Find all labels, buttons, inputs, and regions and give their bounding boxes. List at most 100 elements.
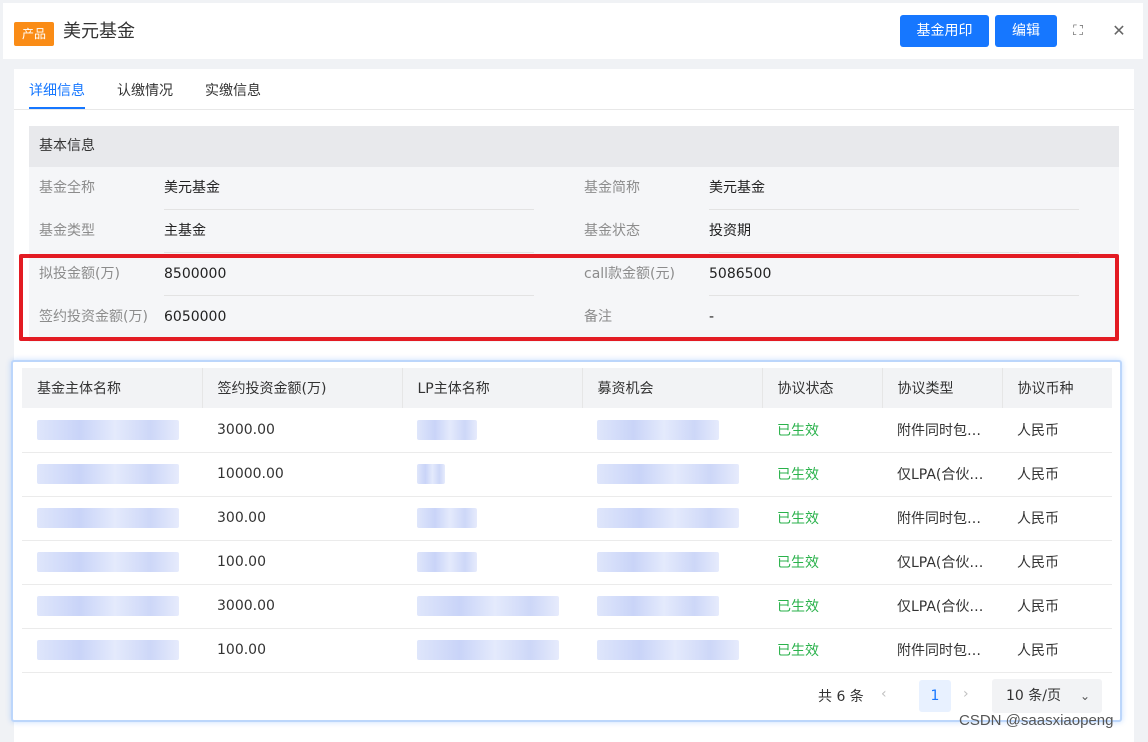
table-row: 10000.00 已生效 仅LPA(合伙… 人民币 [22,452,1112,497]
redacted-cell [582,628,762,673]
redacted-cell [582,452,762,497]
table-row: 300.00 已生效 附件同时包… 人民币 [22,496,1112,541]
amount-cell: 3000.00 [202,408,402,453]
redacted-cell [402,584,582,629]
redacted-text [37,508,179,528]
table-row: 100.00 已生效 附件同时包… 人民币 [22,628,1112,673]
redacted-text [417,596,559,616]
product-tag: 产品 [14,22,55,46]
redacted-text [37,640,179,660]
detail-header: 产品 美元基金 基金用印 编辑 ⛶ ✕ [3,3,1143,59]
redacted-text [597,464,739,484]
amount-cell: 100.00 [202,628,402,673]
redacted-text [597,596,719,616]
fund-detail-page: 产品 美元基金 基金用印 编辑 ⛶ ✕ 详细信息 认缴情况 实缴信息 基本信息 … [0,0,1148,742]
currency-cell: 人民币 [1002,452,1112,497]
tab-details[interactable]: 详细信息 [29,81,85,101]
redacted-cell [582,584,762,629]
redacted-text [597,552,719,572]
page-size-select[interactable]: 10 条/页 ⌄ [992,679,1102,713]
column-header: 募资机会 [582,368,763,408]
pagination: 共 6 条 ‹ 1 › 10 条/页 ⌄ [13,678,1124,714]
status-cell: 已生效 [762,628,882,673]
amount-cell: 10000.00 [202,452,402,497]
redacted-text [597,419,719,440]
info-fund-status: 基金状态 投资期 [584,210,1104,253]
table-row: 3000.00 已生效 附件同时包… 人民币 [22,408,1112,453]
redacted-text [37,596,179,616]
info-value: 美元基金 [709,180,765,196]
info-label: 基金类型 [39,223,95,239]
total-count: 共 6 条 [818,689,864,705]
currency-cell: 人民币 [1002,540,1112,585]
redacted-text [597,508,739,528]
table-header-row: 基金主体名称 签约投资金额(万) LP主体名称 募资机会 协议状态 协议类型 协… [22,368,1112,408]
redacted-cell [582,408,762,453]
redacted-cell [582,496,762,541]
info-label: 基金状态 [584,223,640,239]
redacted-text [417,419,477,440]
redacted-text [37,464,179,484]
redacted-text [417,640,559,660]
redacted-cell [402,628,582,673]
active-tab-indicator [29,107,85,109]
redacted-cell [582,540,762,585]
amount-cell: 100.00 [202,540,402,585]
column-header: LP主体名称 [402,368,583,408]
redacted-text [417,464,445,484]
redacted-cell [402,540,582,585]
page-1-button[interactable]: 1 [919,680,951,712]
redacted-cell [22,452,202,497]
chevron-right-icon[interactable]: › [963,686,969,702]
amount-cell: 3000.00 [202,584,402,629]
info-label: 基金简称 [584,180,640,196]
watermark: CSDN @saasxiaopeng [959,712,1114,729]
redacted-cell [22,628,202,673]
column-header: 签约投资金额(万) [202,368,403,408]
redacted-cell [22,408,202,453]
redacted-cell [22,540,202,585]
type-cell: 附件同时包… [882,628,1002,673]
status-cell: 已生效 [762,584,882,629]
currency-cell: 人民币 [1002,408,1112,453]
agreement-table-panel: 基金主体名称 签约投资金额(万) LP主体名称 募资机会 协议状态 协议类型 协… [11,360,1122,722]
page-title: 美元基金 [63,21,135,42]
info-fund-short-name: 基金简称 美元基金 [584,167,1104,210]
status-cell: 已生效 [762,452,882,497]
currency-cell: 人民币 [1002,628,1112,673]
column-header: 基金主体名称 [22,368,203,408]
close-icon[interactable]: ✕ [1109,21,1129,41]
status-cell: 已生效 [762,540,882,585]
type-cell: 仅LPA(合伙… [882,452,1002,497]
info-value: 主基金 [164,223,206,239]
redacted-cell [402,408,582,453]
status-cell: 已生效 [762,408,882,453]
redacted-text [37,552,179,572]
fullscreen-icon[interactable]: ⛶ [1068,21,1088,41]
type-cell: 附件同时包… [882,408,1002,453]
chevron-down-icon: ⌄ [1079,689,1090,703]
edit-button[interactable]: 编辑 [995,15,1057,47]
type-cell: 仅LPA(合伙… [882,540,1002,585]
tab-bar: 详细信息 认缴情况 实缴信息 [14,69,1134,110]
redacted-cell [22,584,202,629]
section-title-basic-info: 基本信息 [29,126,1119,167]
type-cell: 附件同时包… [882,496,1002,541]
info-value: 投资期 [709,223,751,239]
tab-paid-in[interactable]: 实缴信息 [205,81,261,101]
redacted-cell [402,496,582,541]
redacted-text [597,640,739,660]
chevron-left-icon[interactable]: ‹ [881,686,887,702]
column-header: 协议状态 [762,368,883,408]
redacted-text [417,552,477,572]
table-row: 100.00 已生效 仅LPA(合伙… 人民币 [22,540,1112,585]
redacted-cell [402,452,582,497]
agreement-table: 基金主体名称 签约投资金额(万) LP主体名称 募资机会 协议状态 协议类型 协… [22,368,1112,673]
redacted-text [37,419,179,440]
fund-seal-button[interactable]: 基金用印 [900,15,989,47]
type-cell: 仅LPA(合伙… [882,584,1002,629]
highlight-box [19,254,1119,341]
tab-subscription[interactable]: 认缴情况 [117,81,173,101]
redacted-cell [22,496,202,541]
page-size-value: 10 条/页 [1006,688,1061,704]
